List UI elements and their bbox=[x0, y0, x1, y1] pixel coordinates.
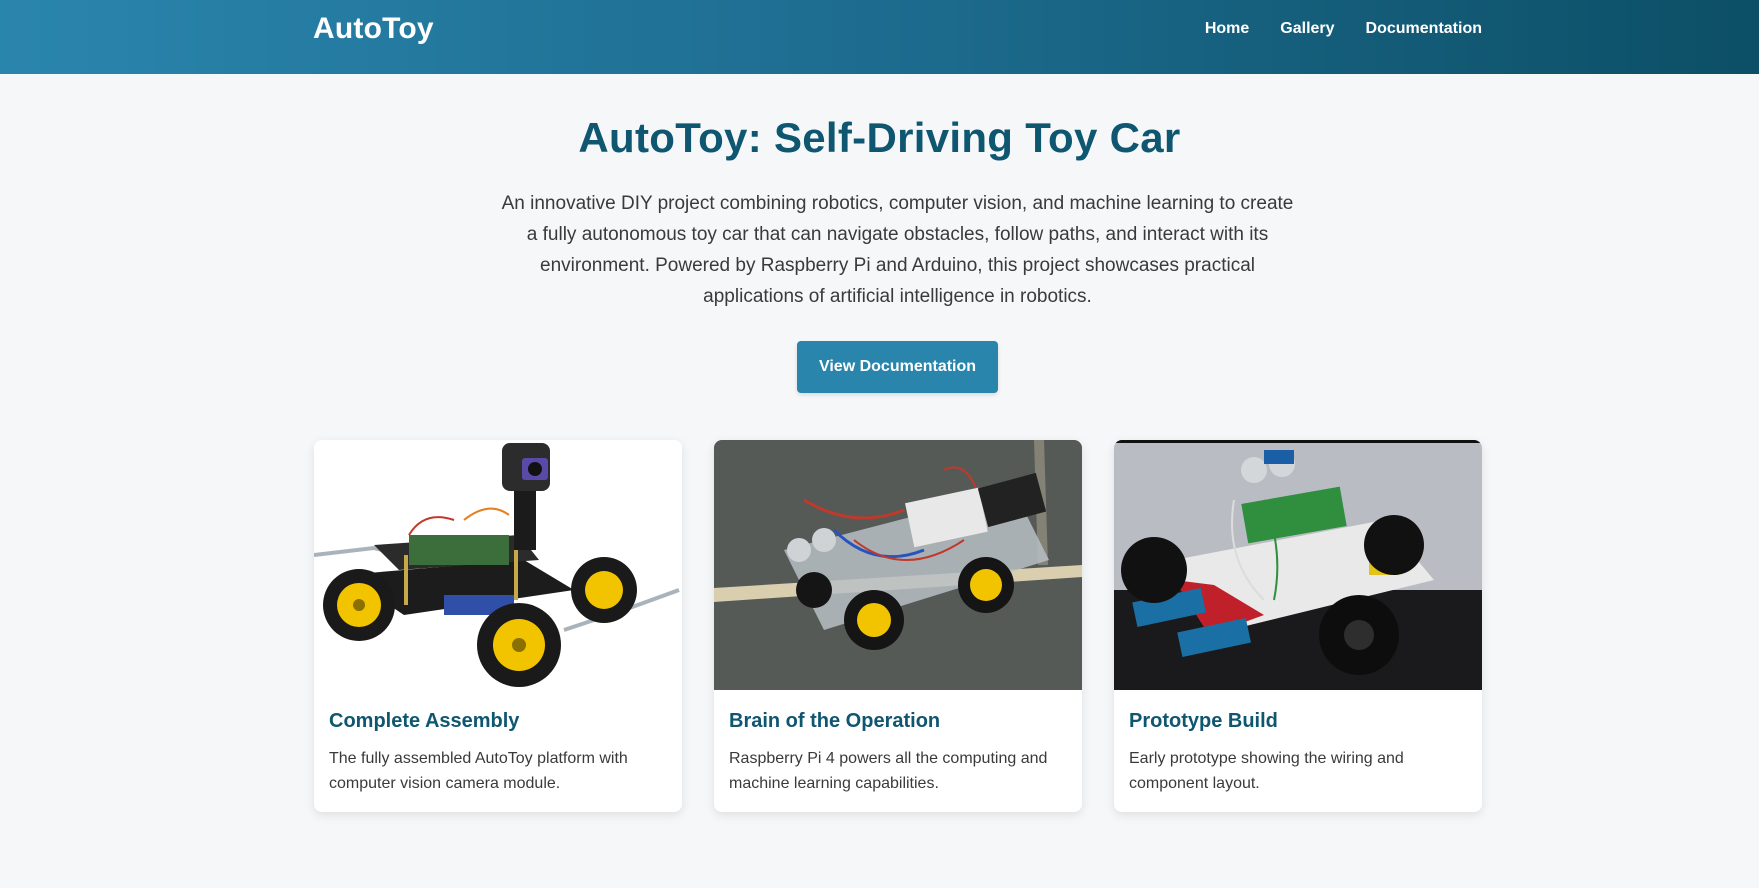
view-documentation-button[interactable]: View Documentation bbox=[797, 341, 998, 393]
wired-robot-car-illustration bbox=[714, 440, 1082, 690]
wired-robot-car-image bbox=[714, 440, 1082, 690]
robot-car-assembled-image bbox=[314, 440, 682, 690]
nav-link-home[interactable]: Home bbox=[1205, 19, 1249, 39]
hero-description: An innovative DIY project combining robo… bbox=[501, 193, 1294, 307]
card-title: Complete Assembly bbox=[329, 710, 520, 732]
card-description: Early prototype showing the wiring and c… bbox=[1129, 750, 1404, 792]
main-nav: Home Gallery Documentation bbox=[1205, 19, 1482, 39]
gallery-card-complete-assembly: Complete Assembly The fully assembled Au… bbox=[314, 440, 682, 812]
robot-car-assembled-illustration bbox=[314, 440, 682, 690]
nav-link-documentation[interactable]: Documentation bbox=[1366, 19, 1482, 39]
card-description: The fully assembled AutoToy platform wit… bbox=[329, 750, 628, 792]
brand-logo[interactable]: AutoToy bbox=[313, 12, 434, 46]
site-header: AutoToy Home Gallery Documentation bbox=[0, 0, 1759, 74]
gallery-card-prototype-build: Prototype Build Early prototype showing … bbox=[1114, 440, 1482, 812]
prototype-robot-illustration bbox=[1114, 440, 1482, 690]
nav-link-gallery[interactable]: Gallery bbox=[1280, 19, 1334, 39]
card-description: Raspberry Pi 4 powers all the computing … bbox=[729, 750, 1048, 792]
gallery-card-brain-of-the-operation: Brain of the Operation Raspberry Pi 4 po… bbox=[714, 440, 1082, 812]
prototype-robot-image bbox=[1114, 440, 1482, 690]
hero-title: AutoToy: Self-Driving Toy Car bbox=[578, 114, 1181, 161]
card-title: Prototype Build bbox=[1129, 710, 1278, 732]
card-title: Brain of the Operation bbox=[729, 710, 941, 732]
